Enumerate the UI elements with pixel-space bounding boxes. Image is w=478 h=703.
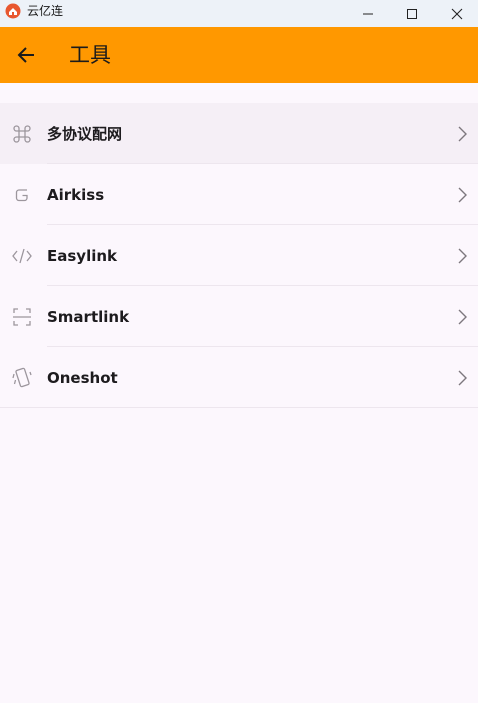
list-item-airkiss[interactable]: Airkiss (0, 164, 478, 225)
list-item-multi-protocol[interactable]: 多协议配网 (0, 103, 478, 164)
app-logo-icon (5, 3, 21, 19)
code-icon (11, 245, 33, 267)
g-shape-icon (11, 184, 33, 206)
page-title: 工具 (69, 43, 111, 67)
tools-list: 多协议配网 Airkiss Easylink Smartlink Oneshot (0, 103, 478, 408)
window-titlebar: 云亿连 (0, 0, 478, 27)
maximize-button[interactable] (389, 0, 435, 27)
close-icon (451, 8, 463, 19)
minimize-icon (363, 13, 373, 14)
chevron-right-icon (458, 187, 467, 203)
arrow-left-icon (17, 47, 34, 63)
divider (0, 407, 478, 408)
minimize-button[interactable] (345, 0, 391, 27)
close-button[interactable] (434, 0, 478, 27)
app-bar: 工具 (0, 27, 478, 83)
chevron-right-icon (458, 248, 467, 264)
chevron-right-icon (458, 370, 467, 386)
chevron-right-icon (458, 309, 467, 325)
list-item-smartlink[interactable]: Smartlink (0, 286, 478, 347)
list-item-oneshot[interactable]: Oneshot (0, 347, 478, 408)
chevron-right-icon (458, 126, 467, 142)
list-item-label: Smartlink (47, 308, 130, 326)
scan-frame-icon (11, 306, 33, 328)
command-icon (11, 123, 33, 145)
back-button[interactable] (4, 33, 48, 77)
window-title: 云亿连 (27, 4, 64, 18)
list-item-label: 多协议配网 (47, 125, 123, 143)
list-item-label: Easylink (47, 247, 118, 265)
list-item-label: Oneshot (47, 369, 118, 387)
list-item-easylink[interactable]: Easylink (0, 225, 478, 286)
maximize-icon (407, 8, 417, 19)
phone-vibrate-icon (11, 367, 33, 389)
list-item-label: Airkiss (47, 186, 105, 204)
